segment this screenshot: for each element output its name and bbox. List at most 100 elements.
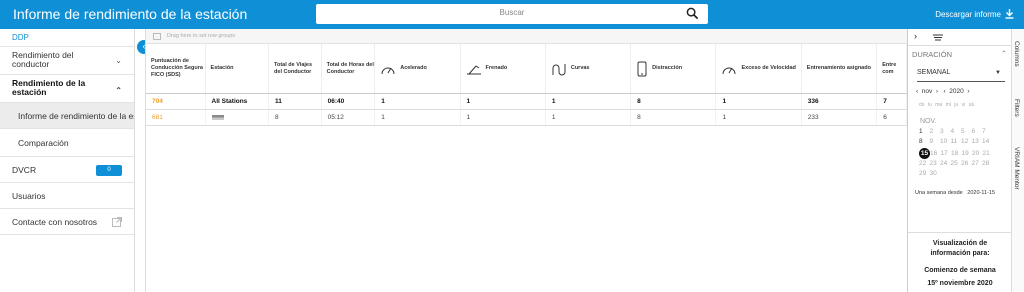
cell-curves: 1 xyxy=(546,110,632,125)
chevron-up-icon[interactable]: ⌃ xyxy=(1001,49,1007,58)
weekday-label: ju xyxy=(954,102,959,108)
calendar-day[interactable]: 12 xyxy=(961,138,972,145)
column-label: Total de Horas del Conductor xyxy=(326,61,374,75)
cell-station: All Stations xyxy=(206,94,270,109)
sidebar-item-contact[interactable]: Contacte con nosotros xyxy=(0,209,134,235)
weekday-label: mi xyxy=(945,102,951,108)
calendar-day[interactable]: 26 xyxy=(961,160,972,167)
calendar-day[interactable]: 25 xyxy=(951,160,962,167)
calendar-day[interactable]: 19 xyxy=(962,150,973,157)
calendar-day-selected[interactable]: 15 xyxy=(919,148,930,159)
download-report-button[interactable]: Descargar informe xyxy=(935,9,1014,19)
calendar-day[interactable]: 20 xyxy=(972,150,983,157)
sidebar-item-label: Contacte con nosotros xyxy=(12,217,98,227)
row-group-drop-zone[interactable]: Drag here to set row groups xyxy=(146,29,907,44)
column-header-score[interactable]: Puntuación de Conducción Segura FICO (SD… xyxy=(146,44,206,93)
column-label: Entrenamiento asignado xyxy=(806,65,871,71)
column-header-acceleration[interactable]: Acelerado xyxy=(375,44,461,93)
calendar-day[interactable]: 8 xyxy=(919,138,930,145)
calendar-day[interactable]: 28 xyxy=(982,160,993,167)
report-grid: Drag here to set row groups Puntuación d… xyxy=(145,29,907,292)
column-header-station[interactable]: Estación xyxy=(206,44,270,93)
page-title: Informe de rendimiento de la estación xyxy=(13,6,248,22)
sidebar-item-label: Rendimiento del conductor xyxy=(12,50,74,69)
column-label: Distracción xyxy=(652,65,683,71)
sidebar-item-dvcr[interactable]: DVCR 0 xyxy=(0,157,134,183)
column-header-training[interactable]: Entrenamiento asignado xyxy=(802,44,878,93)
prev-year-button[interactable]: ‹ xyxy=(944,88,946,95)
column-header-braking[interactable]: Frenado xyxy=(461,44,546,93)
column-header-hours[interactable]: Total de Horas del Conductor xyxy=(322,44,376,93)
calendar-day[interactable]: 27 xyxy=(972,160,983,167)
calendar-day[interactable]: 30 xyxy=(930,170,941,177)
week-since-text: Una semana desde 2020-11-15 xyxy=(908,180,1011,198)
external-link-icon xyxy=(112,217,122,227)
cell-distraction: 8 xyxy=(631,110,717,125)
sort-lines-icon[interactable] xyxy=(933,34,943,41)
calendar-day[interactable]: 9 xyxy=(930,138,941,145)
sidebar-item-label: DVCR xyxy=(12,165,37,175)
sidebar-brand[interactable]: DDP xyxy=(0,29,134,47)
sidebar-item-comparison[interactable]: Comparación xyxy=(0,129,134,157)
calendar-day[interactable]: 3 xyxy=(940,128,951,135)
section-title: DURACIÓN xyxy=(912,50,953,59)
cell-score: 704 xyxy=(146,94,206,109)
cell-training: 336 xyxy=(802,94,878,109)
column-header-speeding[interactable]: Exceso de Velocidad xyxy=(716,44,802,93)
calendar-day[interactable]: 4 xyxy=(951,128,962,135)
sidebar-item-station-report[interactable]: Informe de rendimiento de la estación xyxy=(0,103,134,129)
calendar-day[interactable]: 7 xyxy=(982,128,993,135)
calendar-day[interactable]: 24 xyxy=(940,160,951,167)
search-input[interactable]: Buscar xyxy=(316,4,708,24)
column-label: Frenado xyxy=(485,65,508,71)
sidebar-item-users[interactable]: Usuarios xyxy=(0,183,134,209)
calendar-day[interactable]: 29 xyxy=(919,170,930,177)
calendar-day[interactable]: 10 xyxy=(940,138,951,145)
drag-hint: Drag here to set row groups xyxy=(167,33,236,39)
search-icon[interactable] xyxy=(686,7,699,20)
column-header-extra[interactable]: Entre com xyxy=(877,44,907,93)
next-month-button[interactable]: › xyxy=(936,88,938,95)
column-header-trips[interactable]: Total de Viajes del Conductor xyxy=(269,44,322,93)
month-nav-label: nov xyxy=(921,88,933,95)
column-header-curves[interactable]: Curvas xyxy=(546,44,632,93)
sidebar-item-driver-performance[interactable]: Rendimiento del conductor ⌄ xyxy=(0,47,134,75)
calendar-day[interactable]: 2 xyxy=(930,128,941,135)
weekday-label: lu xyxy=(927,102,932,108)
week-since-value: 2020-11-15 xyxy=(967,190,996,196)
cell-station xyxy=(206,110,270,125)
calendar-day[interactable]: 18 xyxy=(951,150,962,157)
next-year-button[interactable]: › xyxy=(967,88,969,95)
calendar-day[interactable]: 1 xyxy=(919,128,930,135)
prev-month-button[interactable]: ‹ xyxy=(916,88,918,95)
tab-filters[interactable]: Filters xyxy=(1013,99,1020,117)
calendar-day[interactable]: 11 xyxy=(951,138,962,145)
count-badge: 0 xyxy=(96,165,122,176)
cell-speeding: 1 xyxy=(716,94,802,109)
calendar-day[interactable]: 6 xyxy=(972,128,983,135)
tab-vriam-mentor[interactable]: VRIAM Mentor xyxy=(1013,147,1020,190)
calendar-day[interactable]: 17 xyxy=(941,150,952,157)
calendar-day[interactable]: 22 xyxy=(919,160,930,167)
panel-toolbar: › xyxy=(908,29,1011,46)
calendar-day[interactable]: 5 xyxy=(961,128,972,135)
calendar-day[interactable]: 14 xyxy=(982,138,993,145)
sidebar: DDP Rendimiento del conductor ⌄ Rendimie… xyxy=(0,29,135,292)
calendar-day[interactable]: 23 xyxy=(930,160,941,167)
tab-columns[interactable]: Columns xyxy=(1013,41,1020,67)
sidebar-item-station-performance[interactable]: Rendimiento de la estación ⌃ xyxy=(0,75,134,103)
column-header-distraction[interactable]: Distracción xyxy=(631,44,717,93)
table-row[interactable]: 704 All Stations 11 06:40 1 1 1 8 1 336 … xyxy=(146,94,907,110)
calendar-day[interactable]: 16 xyxy=(930,150,941,157)
table-row[interactable]: 681 8 05:12 1 1 1 8 1 233 6 xyxy=(146,110,907,126)
cell-extra: 7 xyxy=(877,94,907,109)
filter-panel: › DURACIÓN ⌃ SEMANAL ▼ ‹ nov › ‹ 2020 › … xyxy=(907,29,1011,292)
grid-header: Puntuación de Conducción Segura FICO (SD… xyxy=(146,44,907,94)
period-select[interactable]: SEMANAL ▼ xyxy=(917,66,1005,82)
duration-section[interactable]: DURACIÓN ⌃ xyxy=(908,46,1011,62)
calendar-day[interactable]: 21 xyxy=(983,150,994,157)
column-label: Puntuación de Conducción Segura FICO (SD… xyxy=(151,58,203,78)
chevron-right-icon[interactable]: › xyxy=(914,31,917,41)
download-icon xyxy=(1005,9,1014,19)
calendar-day[interactable]: 13 xyxy=(972,138,983,145)
